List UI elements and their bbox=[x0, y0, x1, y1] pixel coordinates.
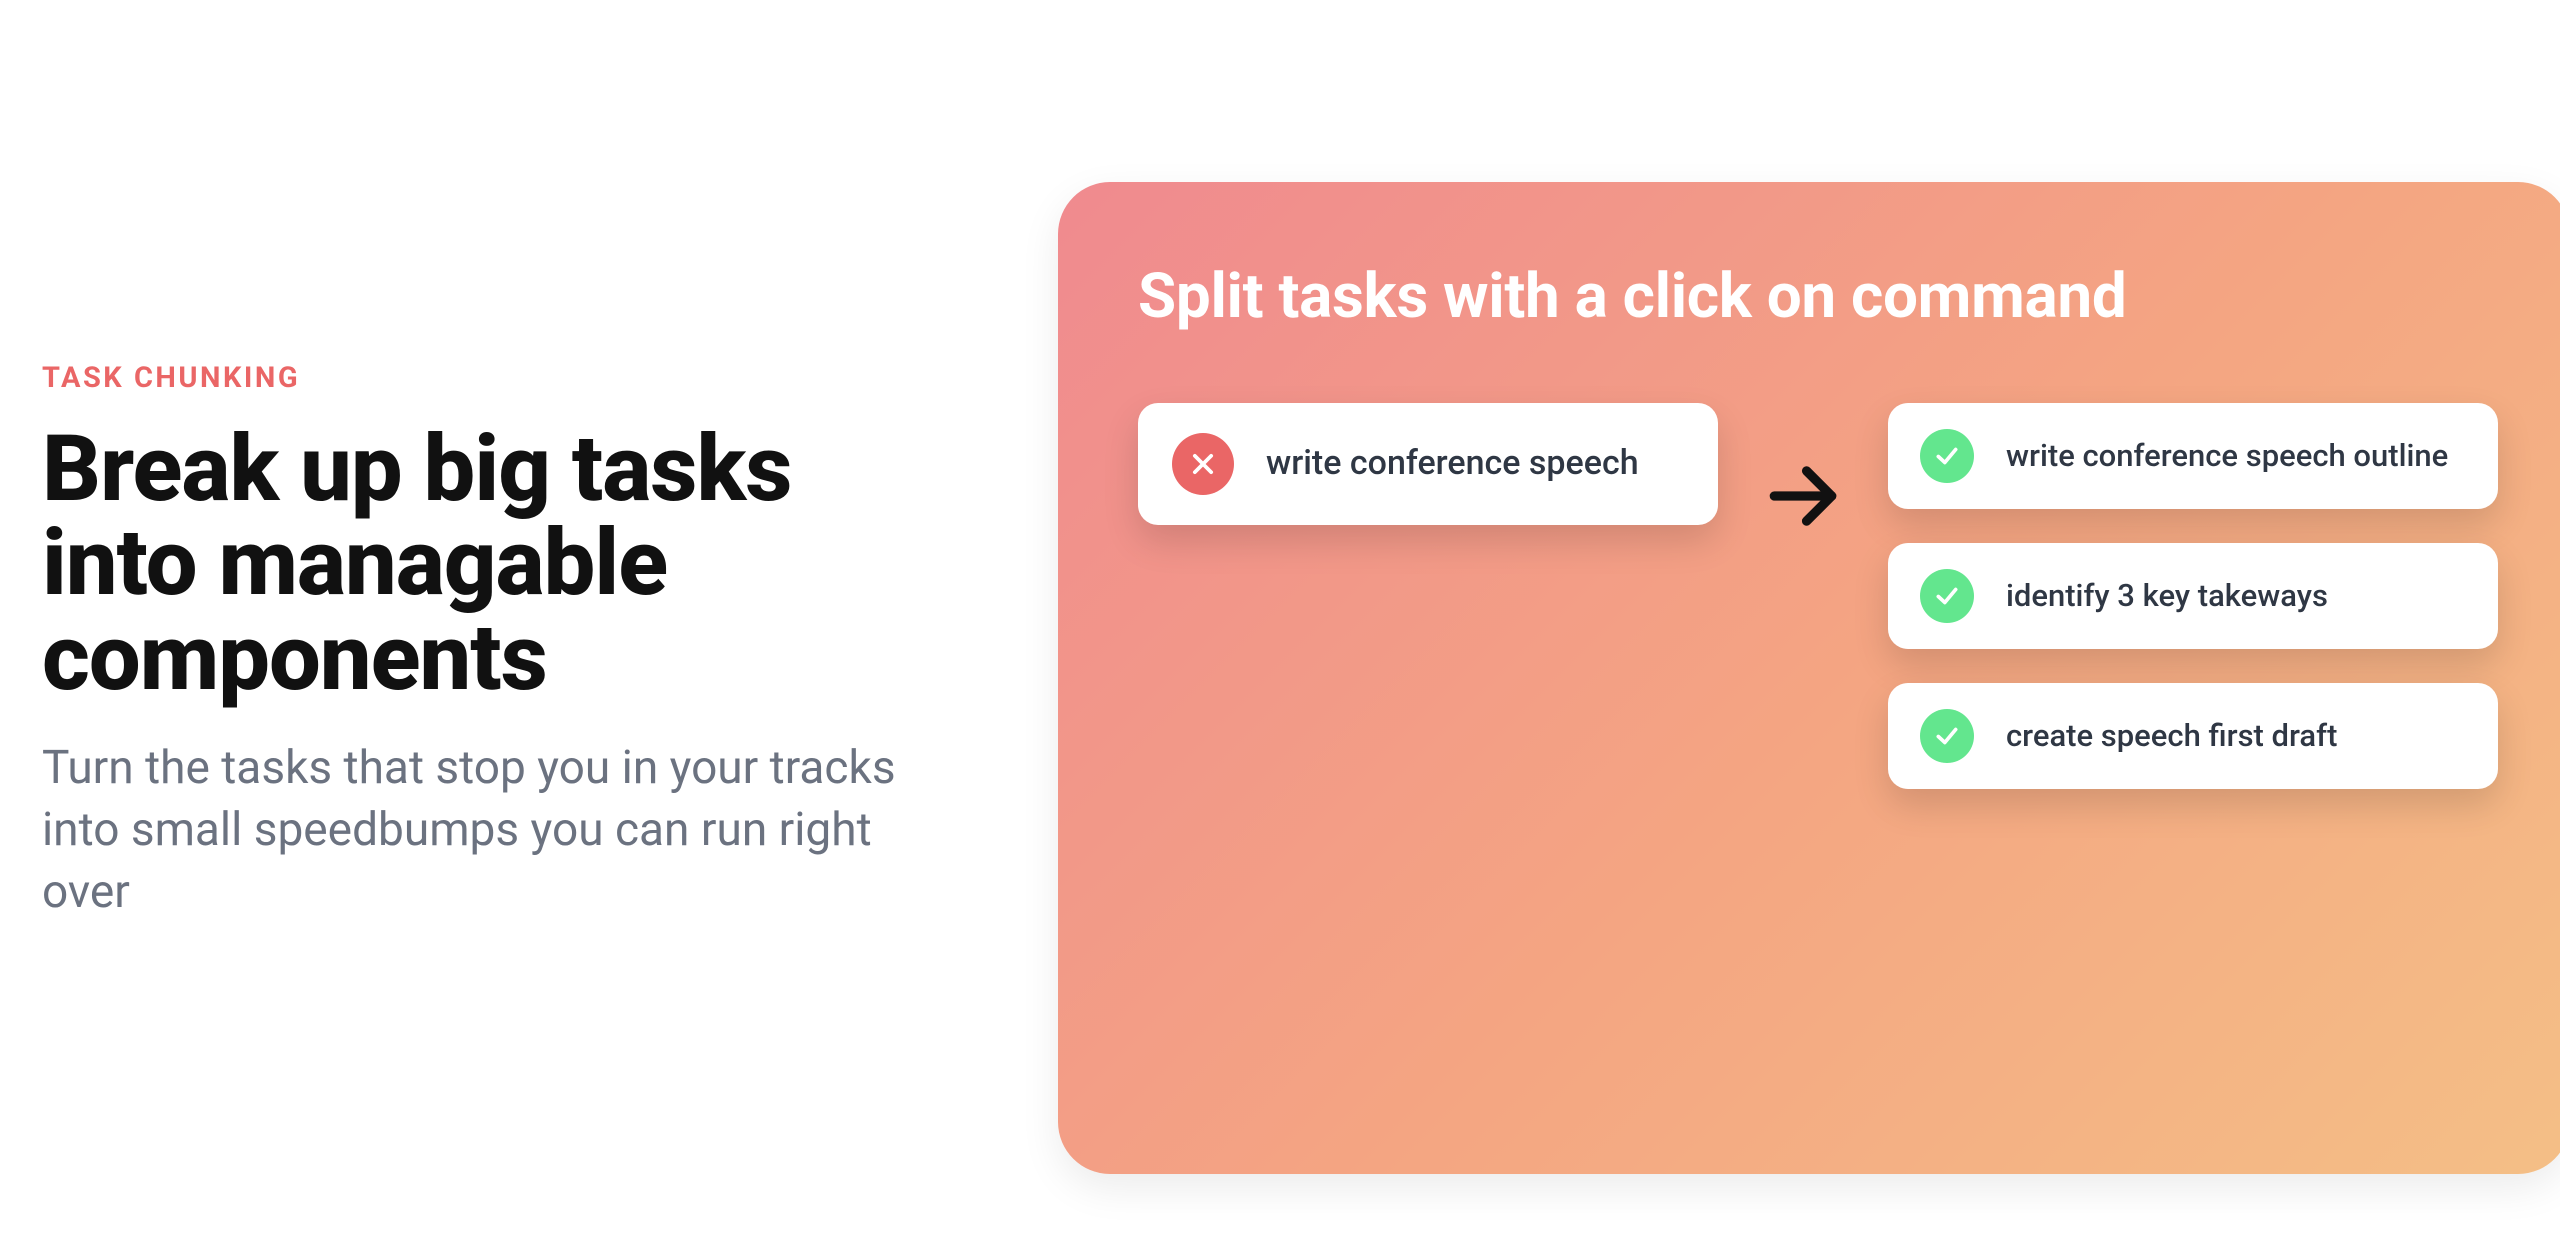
x-icon bbox=[1172, 433, 1234, 495]
check-icon bbox=[1920, 569, 1974, 623]
feature-heading: Break up big tasks into managable compon… bbox=[42, 423, 952, 707]
feature-visual-section: Split tasks with a click on command writ… bbox=[1012, 0, 2560, 1244]
task-label: write conference speech bbox=[1266, 441, 1639, 487]
destination-task-card[interactable]: create speech first draft bbox=[1888, 683, 2498, 789]
check-icon bbox=[1920, 429, 1974, 483]
destination-tasks-column: write conference speech outline identify… bbox=[1888, 403, 2498, 789]
arrow-column bbox=[1760, 403, 1846, 539]
destination-task-card[interactable]: identify 3 key takeways bbox=[1888, 543, 2498, 649]
check-icon bbox=[1920, 709, 1974, 763]
task-label: identify 3 key takeways bbox=[2006, 575, 2328, 617]
feature-subheading: Turn the tasks that stop you in your tra… bbox=[42, 737, 952, 923]
eyebrow-label: TASK CHUNKING bbox=[42, 361, 952, 395]
destination-task-card[interactable]: write conference speech outline bbox=[1888, 403, 2498, 509]
arrow-right-icon bbox=[1760, 453, 1846, 539]
task-label: write conference speech outline bbox=[2006, 435, 2448, 477]
panel-title: Split tasks with a click on command bbox=[1138, 260, 2490, 333]
source-task-column: write conference speech bbox=[1138, 403, 1718, 525]
task-split-row: write conference speech write conferen bbox=[1138, 403, 2490, 789]
task-chunking-panel: Split tasks with a click on command writ… bbox=[1058, 182, 2560, 1174]
task-label: create speech first draft bbox=[2006, 715, 2337, 757]
feature-copy-section: TASK CHUNKING Break up big tasks into ma… bbox=[42, 321, 1012, 924]
source-task-card[interactable]: write conference speech bbox=[1138, 403, 1718, 525]
